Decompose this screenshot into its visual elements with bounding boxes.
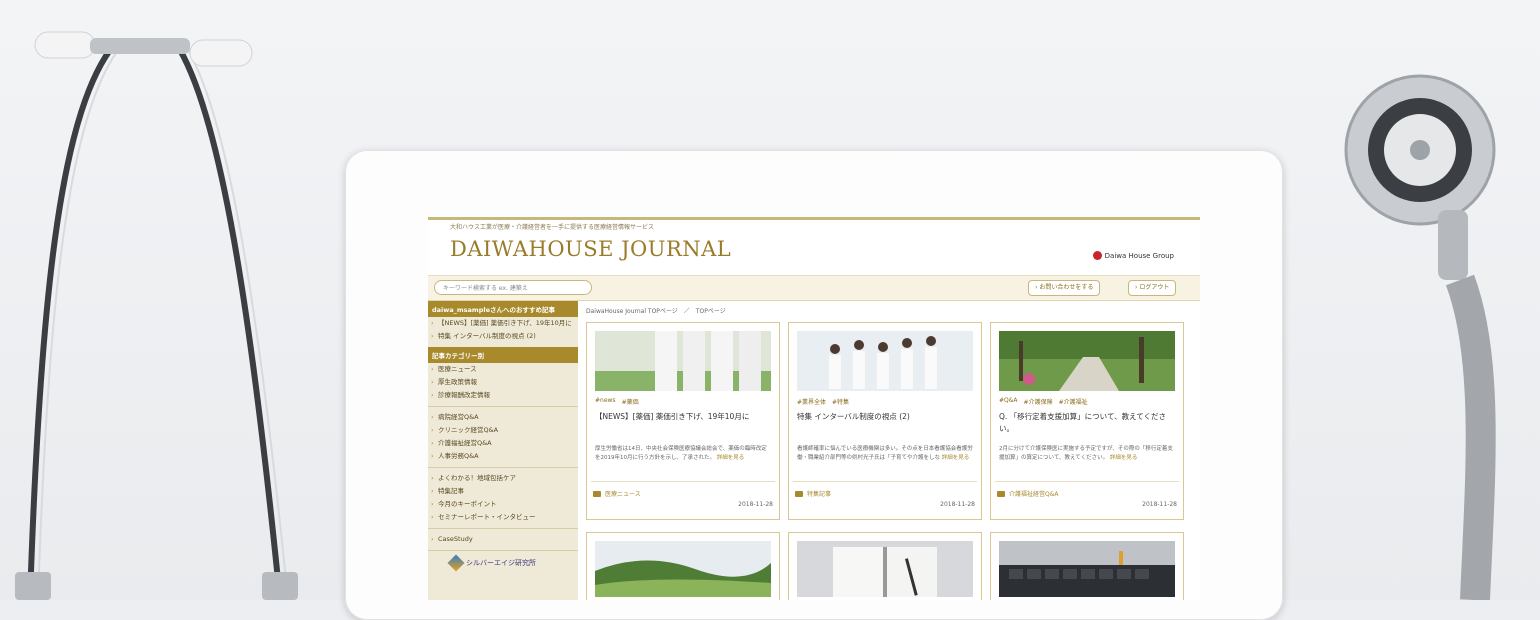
sidebar-item-category[interactable]: 病院経営Q&A: [428, 411, 578, 424]
search-input[interactable]: キーワード検索する ex. 建築え: [434, 280, 592, 295]
article-description: 厚生労働省は14日、中央社会保険医療協議会総会で、薬価の臨時改定を2019年10…: [595, 445, 771, 463]
article-tags: #Q&A #介護保険 #介護福祉: [999, 397, 1088, 406]
article-card[interactable]: #業界全体 #特集 特集 インターバル制度の視点 (2) 看護師確率に悩んでいる…: [788, 322, 982, 520]
article-grid: #news #薬価 【NEWS】[薬価] 薬価引き下げ、19年10月に 厚生労働…: [586, 322, 1196, 600]
logout-button-label: ログアウト: [1139, 284, 1170, 291]
article-tag[interactable]: #介護福祉: [1059, 397, 1088, 406]
sidebar-item-category[interactable]: 介護福祉経営Q&A: [428, 437, 578, 450]
stethoscope-right-image: [1344, 74, 1496, 600]
stethoscope-left-image: [15, 31, 298, 600]
group-logo: Daiwa House Group: [1092, 251, 1174, 260]
sidebar-item-category[interactable]: 診療報酬改定情報: [428, 389, 578, 402]
article-card[interactable]: [788, 532, 982, 600]
recommend-header: daiwa_msampleさんへのおすすめ記事: [428, 301, 578, 317]
sidebar-item-category[interactable]: よくわかる！地域包括ケア: [428, 472, 578, 485]
article-date: 2018-11-28: [940, 501, 975, 508]
sidebar-divider: [428, 528, 578, 529]
article-date: 2018-11-28: [738, 501, 773, 508]
article-image-keyboard: [999, 541, 1175, 597]
article-tag[interactable]: #news: [595, 397, 616, 406]
article-description: 2月に分けて介護保険医に実施する予定ですが、その際の「移行定着支援加算」の算定に…: [999, 445, 1175, 463]
sidebar-item-category[interactable]: 特集記事: [428, 485, 578, 498]
sidebar-item-recommend[interactable]: 特集 インターバル制度の視点 (2): [428, 330, 578, 343]
search-bar: キーワード検索する ex. 建築え › お問い合わせをする › ログアウト: [428, 276, 1200, 301]
read-more-link[interactable]: 詳細を見る: [717, 455, 745, 461]
folder-icon: [795, 490, 803, 497]
sidebar-divider: [428, 550, 578, 551]
silver-age-logo-icon: [447, 554, 465, 572]
article-category-label: 医療ニュース: [605, 491, 641, 498]
sidebar-item-category[interactable]: CaseStudy: [428, 533, 578, 546]
article-card[interactable]: [990, 532, 1184, 600]
sidebar-item-category[interactable]: クリニック経営Q&A: [428, 424, 578, 437]
folder-icon: [997, 490, 1005, 497]
sidebar-item-category[interactable]: 厚生政策情報: [428, 376, 578, 389]
article-card[interactable]: [586, 532, 780, 600]
article-image-notebook: [797, 541, 973, 597]
read-more-link[interactable]: 詳細を見る: [942, 455, 970, 461]
article-category-label: 介護福祉経営Q&A: [1009, 491, 1059, 498]
article-title[interactable]: 特集 インターバル制度の視点 (2): [797, 411, 973, 423]
article-date: 2018-11-28: [1142, 501, 1177, 508]
article-card[interactable]: #Q&A #介護保険 #介護福祉 Q. 「移行定着支援加算」について、教えてくだ…: [990, 322, 1184, 520]
logout-button[interactable]: › ログアウト: [1128, 280, 1177, 296]
journal-screen: 大和ハウス工業が医療・介護経営者を一手に提供する医療経営情報サービス DAIWA…: [428, 217, 1200, 600]
article-category-label: 特集記事: [807, 491, 832, 498]
card-divider: [793, 481, 977, 482]
article-tag[interactable]: #介護保険: [1024, 397, 1053, 406]
article-category[interactable]: 介護福祉経営Q&A: [997, 489, 1059, 498]
breadcrumb[interactable]: DaiwaHouse Journal TOPページ ／ TOPページ: [586, 301, 1196, 322]
group-logo-text: Daiwa House Group: [1104, 251, 1174, 260]
sidebar-divider: [428, 406, 578, 407]
article-tags: #news #薬価: [595, 397, 639, 406]
daiwa-logo-icon: [1092, 251, 1102, 260]
contact-button-label: お問い合わせをする: [1039, 284, 1094, 291]
read-more-link[interactable]: 詳細を見る: [1110, 455, 1138, 461]
silver-age-logo-text: シルバーエイジ研究所: [466, 559, 536, 567]
site-tagline: 大和ハウス工業が医療・介護経営者を一手に提供する医療経営情報サービス: [450, 224, 655, 231]
article-category[interactable]: 医療ニュース: [593, 489, 641, 498]
article-category[interactable]: 特集記事: [795, 489, 831, 498]
sidebar-item-category[interactable]: セミナーレポート・インタビュー: [428, 511, 578, 524]
sidebar-item-category[interactable]: 人事労務Q&A: [428, 450, 578, 463]
folder-icon: [593, 490, 601, 497]
article-image-nurses-hands: [595, 331, 771, 391]
contact-button[interactable]: › お問い合わせをする: [1028, 280, 1101, 296]
card-divider: [591, 481, 775, 482]
article-description: 看護師確率に悩んでいる医療機関は多い。その点を日本看護協会看護労働・職業紹介部門…: [797, 445, 973, 463]
sidebar-item-category[interactable]: 医療ニュース: [428, 363, 578, 376]
category-header: 記事カテゴリー別: [428, 347, 578, 363]
sidebar-item-category[interactable]: 今月のキーポイント: [428, 498, 578, 511]
article-tag[interactable]: #業界全体: [797, 397, 826, 406]
article-image-park-path: [999, 331, 1175, 391]
site-header: DAIWAHOUSE JOURNAL Daiwa House Group: [428, 231, 1200, 276]
main-content: DaiwaHouse Journal TOPページ ／ TOPページ #news…: [586, 301, 1196, 600]
article-title[interactable]: Q. 「移行定着支援加算」について、教えてください。: [999, 411, 1175, 435]
article-card[interactable]: #news #薬価 【NEWS】[薬価] 薬価引き下げ、19年10月に 厚生労働…: [586, 322, 780, 520]
article-image-green-hills: [595, 541, 771, 597]
article-image-nurses-group: [797, 331, 973, 391]
article-tag[interactable]: #Q&A: [999, 397, 1018, 406]
article-tag[interactable]: #薬価: [622, 397, 639, 406]
sidebar-divider: [428, 467, 578, 468]
silver-age-banner[interactable]: シルバーエイジ研究所: [447, 554, 578, 572]
article-description-text: 2月に分けて介護保険医に実施する予定ですが、その際の「移行定着支援加算」の算定に…: [999, 446, 1173, 461]
journal-logo[interactable]: DAIWAHOUSE JOURNAL: [450, 237, 731, 261]
sidebar: daiwa_msampleさんへのおすすめ記事 【NEWS】[薬価] 薬価引き下…: [428, 301, 578, 600]
article-title[interactable]: 【NEWS】[薬価] 薬価引き下げ、19年10月に: [595, 411, 771, 423]
sidebar-item-recommend[interactable]: 【NEWS】[薬価] 薬価引き下げ、19年10月に: [428, 317, 578, 330]
article-tag[interactable]: #特集: [832, 397, 849, 406]
article-tags: #業界全体 #特集: [797, 397, 849, 406]
card-divider: [995, 481, 1179, 482]
